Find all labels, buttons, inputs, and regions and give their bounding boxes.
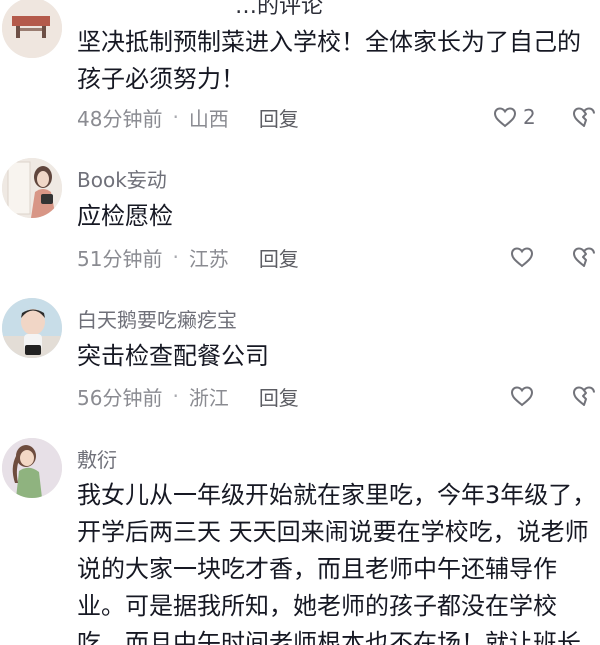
- separator-dot: ·: [172, 384, 179, 408]
- avatar[interactable]: [2, 298, 62, 358]
- avatar[interactable]: [2, 438, 62, 498]
- reply-button[interactable]: 回复: [259, 243, 299, 272]
- avatar-image: [2, 298, 62, 358]
- comment-meta: 51分钟前 · 江苏 回复: [77, 242, 299, 272]
- comment-time: 48分钟前: [77, 106, 163, 131]
- comment-username[interactable]: Book妄动: [77, 164, 167, 193]
- comment-location: 浙江: [188, 385, 229, 410]
- like-count: 2: [523, 105, 536, 129]
- broken-heart-icon: [573, 107, 595, 127]
- comment-text: 突击检查配餐公司: [77, 342, 269, 370]
- broken-heart-icon: [573, 386, 595, 406]
- reply-button[interactable]: 回复: [259, 382, 299, 411]
- comment-text: 坚决抵制预制菜进入学校！全体家长为了自己的孩子必须努力！: [77, 28, 581, 93]
- avatar[interactable]: [2, 158, 62, 218]
- comment-location: 江苏: [188, 246, 229, 271]
- avatar-image: [2, 0, 62, 58]
- partial-header-text: …的评论: [235, 0, 324, 19]
- comment-location: 山西: [188, 106, 229, 131]
- avatar-image: [2, 438, 62, 498]
- comment-username[interactable]: 敷衍: [77, 444, 117, 473]
- heart-icon: [493, 107, 517, 128]
- comment-time: 56分钟前: [77, 385, 163, 410]
- like-button[interactable]: 2: [493, 102, 536, 132]
- dislike-button[interactable]: [572, 102, 600, 132]
- comment-meta: 56分钟前 · 浙江 回复: [77, 381, 299, 411]
- separator-dot: ·: [172, 105, 179, 129]
- comment-username[interactable]: 白天鹅要吃癞疙宝: [77, 304, 237, 333]
- broken-heart-icon: [573, 247, 595, 267]
- like-button[interactable]: [510, 381, 534, 411]
- comment-meta: 48分钟前 · 山西 回复: [77, 102, 299, 132]
- comment-text: 应检愿检: [77, 202, 173, 230]
- dislike-button[interactable]: [572, 242, 600, 272]
- heart-icon: [510, 386, 534, 407]
- heart-icon: [510, 247, 534, 268]
- separator-dot: ·: [172, 245, 179, 269]
- avatar[interactable]: [2, 0, 62, 58]
- comment-time: 51分钟前: [77, 246, 163, 271]
- comment-text: 我女儿从一年级开始就在家里吃，今年3年级了，开学后两三天 天天回来闹说要在学校吃…: [77, 481, 597, 645]
- reply-button[interactable]: 回复: [259, 103, 299, 132]
- avatar-image: [2, 158, 62, 218]
- like-button[interactable]: [510, 242, 534, 272]
- dislike-button[interactable]: [572, 381, 600, 411]
